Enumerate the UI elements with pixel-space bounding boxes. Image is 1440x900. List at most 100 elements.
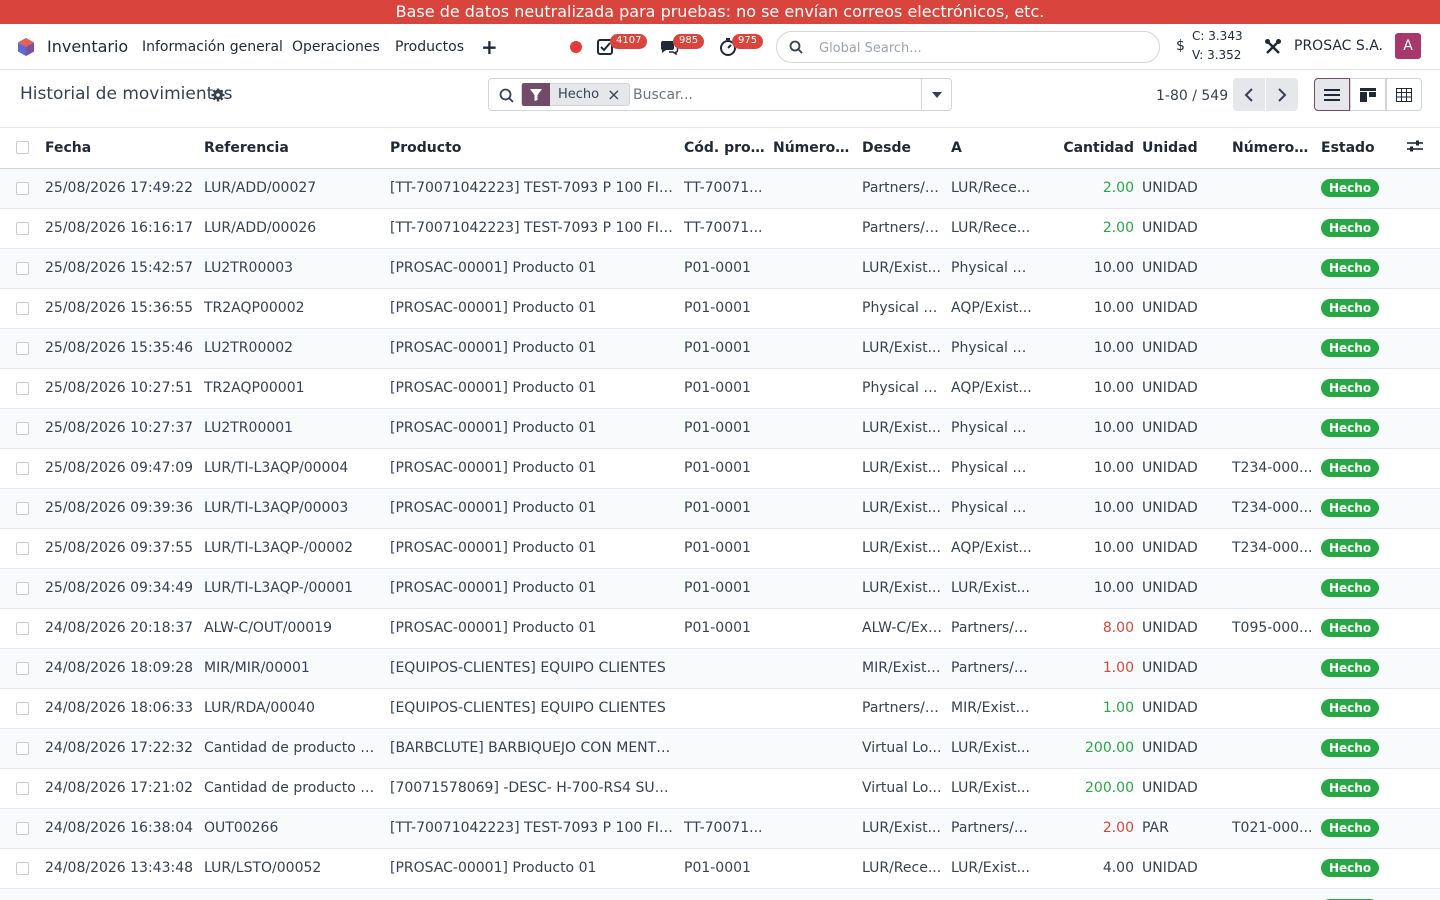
cell-unidad[interactable]: PAR (1138, 808, 1228, 849)
cell-estado[interactable]: Hecho (1317, 808, 1403, 849)
cell-fecha[interactable]: 25/08/2026 09:34:49 (41, 568, 200, 609)
cell-referencia[interactable]: LUR/TI-L3AQP/00003 (200, 488, 386, 529)
row-checkbox[interactable] (16, 621, 29, 635)
cell-desde[interactable] (858, 888, 947, 900)
cell-estado[interactable]: Hecho (1317, 408, 1403, 449)
row-checkbox-cell[interactable] (0, 488, 41, 529)
row-checkbox[interactable] (16, 301, 29, 315)
cell-a[interactable]: LUR/Exist... (947, 568, 1036, 609)
cell-cantidad[interactable]: 10.00 (1036, 488, 1138, 529)
cell-numero-lote[interactable] (1228, 168, 1317, 209)
cell-cod-proveedor[interactable]: P01-0001 (680, 528, 769, 569)
cell-desde[interactable]: Virtual Lo... (858, 768, 947, 809)
column-header[interactable]: A (947, 128, 1036, 169)
cell-estado[interactable]: Hecho (1317, 848, 1403, 889)
cell-a[interactable]: Partners/C... (947, 808, 1036, 849)
column-header[interactable]: Unidad (1138, 128, 1228, 169)
cell-referencia[interactable] (200, 888, 386, 900)
cell-numero[interactable] (769, 848, 858, 889)
select-all-checkbox[interactable] (16, 141, 29, 155)
cell-referencia[interactable]: LUR/ADD/00027 (200, 168, 386, 209)
cell-fecha[interactable]: 25/08/2026 10:27:37 (41, 408, 200, 449)
cell-cantidad[interactable]: 200.00 (1036, 728, 1138, 769)
cell-referencia[interactable]: OUT00266 (200, 808, 386, 849)
table-row[interactable]: 24/08/2026 17:22:32 Cantidad de producto … (0, 728, 1440, 769)
table-row[interactable]: 24/08/2026 18:09:28 MIR/MIR/00001 [EQUIPOS… (0, 648, 1440, 689)
row-checkbox-cell[interactable] (0, 288, 41, 329)
cell-estado[interactable]: Hecho (1317, 728, 1403, 769)
optional-columns-toggle[interactable] (1403, 128, 1440, 169)
cell-numero[interactable] (769, 288, 858, 329)
cell-referencia[interactable]: LUR/ADD/00026 (200, 208, 386, 249)
row-checkbox-cell[interactable] (0, 688, 41, 729)
cell-fecha[interactable]: 24/08/2026 18:09:28 (41, 648, 200, 689)
search-bar[interactable]: Hecho × (488, 78, 952, 111)
cell-fecha[interactable]: 24/08/2026 17:21:02 (41, 768, 200, 809)
cell-cantidad[interactable]: 10.00 (1036, 408, 1138, 449)
cell-cod-proveedor[interactable]: P01-0001 (680, 848, 769, 889)
cell-cod-proveedor[interactable]: P01-0001 (680, 328, 769, 369)
cell-unidad[interactable]: UNIDAD (1138, 368, 1228, 409)
table-row[interactable]: 25/08/2026 10:27:37 LU2TR00001 [PROSAC-000… (0, 408, 1440, 449)
menu-operaciones[interactable]: Operaciones (292, 39, 380, 55)
cell-desde[interactable]: LUR/Exist... (858, 488, 947, 529)
cell-numero[interactable] (769, 448, 858, 489)
cell-unidad[interactable]: UNIDAD (1138, 568, 1228, 609)
column-header[interactable]: Estado (1317, 128, 1403, 169)
cell-numero[interactable] (769, 368, 858, 409)
table-row[interactable]: 25/08/2026 09:47:09 LUR/TI-L3AQP/00004 [PR… (0, 448, 1440, 489)
cell-fecha[interactable]: 25/08/2026 09:37:55 (41, 528, 200, 569)
cell-estado[interactable]: Hecho (1317, 568, 1403, 609)
cell-fecha[interactable]: 24/08/2026 18:06:33 (41, 688, 200, 729)
row-checkbox[interactable] (16, 221, 29, 235)
cell-numero-lote[interactable] (1228, 648, 1317, 689)
cell-cod-proveedor[interactable] (680, 768, 769, 809)
cell-producto[interactable]: [TT-70071042223] TEST-7093 P 100 FIL... (386, 168, 680, 209)
list-view-button[interactable] (1314, 78, 1350, 111)
cell-estado[interactable]: Hecho (1317, 528, 1403, 569)
cell-numero-lote[interactable] (1228, 368, 1317, 409)
column-header[interactable]: Número d... (769, 128, 858, 169)
cell-a[interactable]: LUR/Exist... (947, 848, 1036, 889)
column-header[interactable]: Cantidad (1036, 128, 1138, 169)
cell-unidad[interactable] (1138, 888, 1228, 900)
kanban-view-button[interactable] (1350, 78, 1386, 111)
cell-referencia[interactable]: MIR/MIR/00001 (200, 648, 386, 689)
cell-a[interactable]: LUR/Exist... (947, 728, 1036, 769)
row-checkbox[interactable] (16, 781, 29, 795)
cell-numero-lote[interactable] (1228, 568, 1317, 609)
table-row[interactable]: 24/08/2026 13:43:48 LUR/LSTO/00052 [PROSAC… (0, 848, 1440, 889)
row-checkbox[interactable] (16, 661, 29, 675)
gear-icon[interactable] (211, 88, 225, 102)
cell-numero-lote[interactable]: T234-000... (1228, 528, 1317, 569)
row-checkbox-cell[interactable] (0, 648, 41, 689)
row-checkbox-cell[interactable] (0, 208, 41, 249)
pager-next-button[interactable] (1266, 78, 1298, 111)
cell-numero[interactable] (769, 768, 858, 809)
cell-a[interactable]: AQP/Exist... (947, 368, 1036, 409)
cell-a[interactable]: Physical L... (947, 248, 1036, 289)
cell-unidad[interactable]: UNIDAD (1138, 528, 1228, 569)
cell-desde[interactable]: LUR/Exist... (858, 808, 947, 849)
table-row[interactable]: 25/08/2026 16:16:17 LUR/ADD/00026 [TT-7007… (0, 208, 1440, 249)
cell-numero[interactable] (769, 168, 858, 209)
cell-a[interactable]: LUR/Exist... (947, 768, 1036, 809)
cell-numero-lote[interactable]: T234-000... (1228, 448, 1317, 489)
cell-numero[interactable] (769, 248, 858, 289)
select-all-checkbox-cell[interactable] (0, 128, 41, 169)
cell-numero-lote[interactable] (1228, 288, 1317, 329)
plus-icon[interactable]: + (481, 35, 498, 59)
cell-referencia[interactable]: ALW-C/OUT/00019 (200, 608, 386, 649)
row-checkbox-cell[interactable] (0, 408, 41, 449)
row-checkbox[interactable] (16, 461, 29, 475)
cell-fecha[interactable]: 24/08/2026 13:43:48 (41, 848, 200, 889)
cell-referencia[interactable]: Cantidad de producto act... (200, 728, 386, 769)
cell-cod-proveedor[interactable]: TT-70071... (680, 168, 769, 209)
table-row[interactable]: 25/08/2026 17:49:22 LUR/ADD/00027 [TT-7007… (0, 168, 1440, 209)
cell-producto[interactable]: [PROSAC-00001] Producto 01 (386, 848, 680, 889)
cell-referencia[interactable]: LUR/TI-L3AQP-/00001 (200, 568, 386, 609)
cell-producto[interactable]: [PROSAC-00001] Producto 01 (386, 608, 680, 649)
table-row[interactable]: 24/08/2026 17:21:02 Cantidad de producto … (0, 768, 1440, 809)
cell-producto[interactable]: [PROSAC-00001] Producto 01 (386, 408, 680, 449)
table-row[interactable]: 25/08/2026 09:37:55 LUR/TI-L3AQP-/00002 [P… (0, 528, 1440, 569)
